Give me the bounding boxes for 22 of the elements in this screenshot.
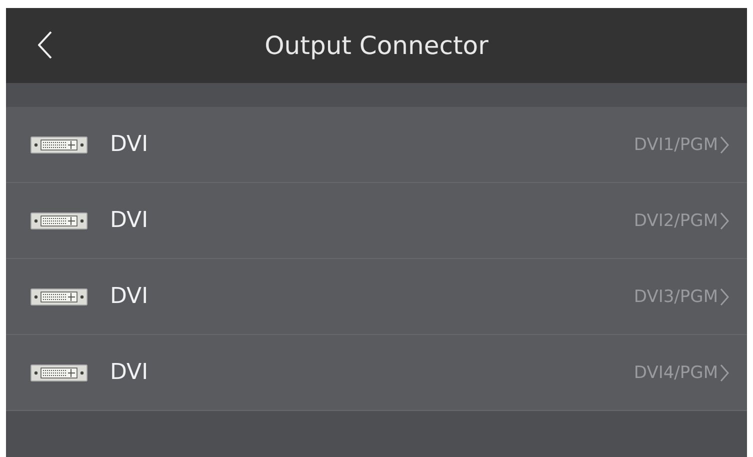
chevron-right-icon (720, 212, 729, 230)
connector-row[interactable]: DVI DVI1/PGM (6, 107, 747, 183)
connector-row[interactable]: DVI DVI4/PGM (6, 335, 747, 411)
chevron-right-icon (720, 288, 729, 306)
chevron-right-icon (720, 136, 729, 154)
output-label: DVI4/PGM (634, 362, 718, 382)
dvi-port-icon (30, 364, 88, 382)
output-label: DVI3/PGM (634, 286, 718, 306)
back-icon (38, 31, 52, 59)
connector-name: DVI (110, 132, 150, 157)
dvi-port-icon (30, 288, 88, 306)
page-title: Output Connector (264, 31, 488, 60)
connector-row[interactable]: DVI DVI3/PGM (6, 259, 747, 335)
connector-name: DVI (110, 208, 150, 233)
connector-name: DVI (110, 284, 150, 309)
output-label: DVI2/PGM (634, 210, 718, 230)
dvi-port-icon (30, 212, 88, 230)
output-label: DVI1/PGM (634, 134, 718, 154)
chevron-right-icon (720, 364, 729, 382)
dvi-port-icon (30, 136, 88, 154)
connector-row[interactable]: DVI DVI2/PGM (6, 183, 747, 259)
connector-name: DVI (110, 360, 150, 385)
